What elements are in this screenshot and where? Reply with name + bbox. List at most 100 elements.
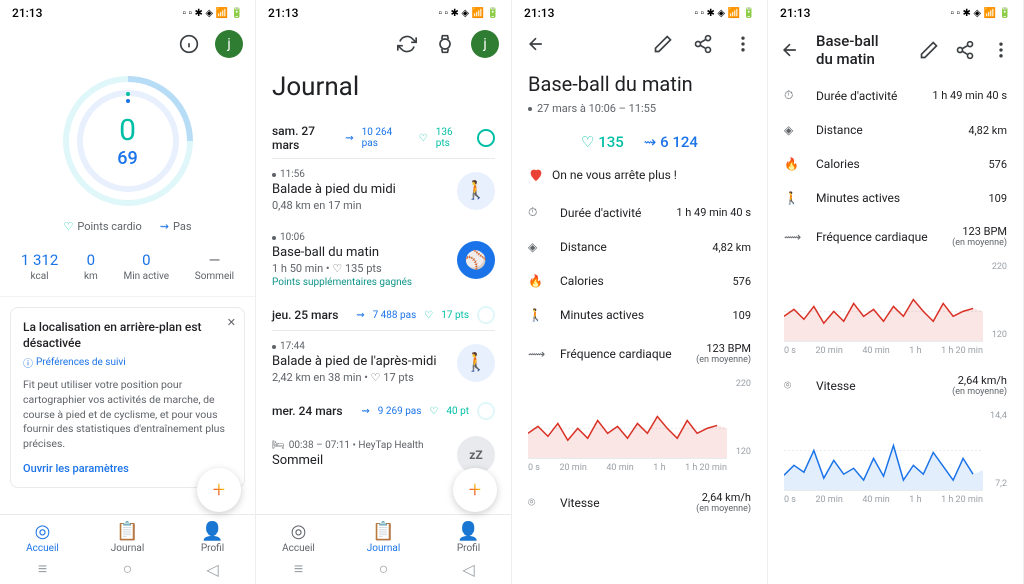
- watch-icon[interactable]: [433, 32, 457, 56]
- nav-home[interactable]: ◎Accueil: [256, 521, 341, 554]
- stat-sleep[interactable]: —Sommeil: [195, 251, 234, 282]
- edit-icon[interactable]: [651, 32, 675, 56]
- back-icon[interactable]: [780, 38, 800, 62]
- google-fit-heart-icon: [528, 167, 544, 183]
- tracking-prefs-link[interactable]: ⓘPréférences de suivi: [23, 355, 232, 370]
- cardio-points-value: 0: [119, 113, 136, 148]
- day-header[interactable]: jeu. 25 mars ⇝7 488 pas♡17 pts: [272, 298, 495, 331]
- info-icon[interactable]: [177, 32, 201, 56]
- home-button[interactable]: ○: [119, 560, 137, 578]
- appbar-title: Base-ball du matin: [816, 32, 887, 68]
- heart-icon: ♡: [429, 406, 438, 417]
- activity-item[interactable]: 🛏00:38 – 07:11 • HeyTap Health Sommeil z…: [272, 426, 495, 474]
- walk-icon: 🚶: [784, 191, 802, 205]
- metric-heart-rate[interactable]: ⟿Fréquence cardiaque123 BPM(en moyenne): [768, 215, 1023, 258]
- metric-speed[interactable]: ⌾Vitesse2,64 km/h(en moyenne): [512, 481, 767, 524]
- nav-home[interactable]: ◎Accueil: [0, 521, 85, 554]
- metric-heart-rate[interactable]: ⟿Fréquence cardiaque123 BPM(en moyenne): [512, 332, 767, 375]
- clock: 21:13: [524, 6, 554, 20]
- home-appbar: j: [0, 22, 255, 66]
- speed-icon: ⌾: [784, 378, 802, 393]
- journal-list[interactable]: sam. 27 mars ⇝10 264 pas♡136 pts 11:56 B…: [256, 116, 511, 514]
- walk-icon: 🚶: [457, 172, 495, 210]
- nav-journal[interactable]: 📋Journal: [85, 521, 170, 554]
- status-icons: ▫ ▫ ✱ ◈ 📶 🔋: [695, 8, 756, 19]
- system-nav: ≡ ○ ◁: [0, 556, 255, 584]
- walk-icon: 🚶: [528, 308, 546, 322]
- add-activity-fab[interactable]: +: [453, 468, 497, 512]
- day-header[interactable]: mer. 24 mars ⇝9 269 pas♡40 pt: [272, 394, 495, 426]
- clipboard-icon: 📋: [85, 521, 170, 542]
- sync-icon[interactable]: [395, 32, 419, 56]
- more-icon[interactable]: [731, 32, 755, 56]
- encouragement-row: On ne vous arrête plus !: [512, 159, 767, 195]
- recents-button[interactable]: ≡: [290, 560, 308, 578]
- status-icons: ▫ ▫ ✱ ◈ 📶 🔋: [439, 8, 500, 19]
- speed-chart[interactable]: 14,47,2 0 s20 min40 min1 h1 h 20 min: [768, 407, 1023, 513]
- activity-item[interactable]: 11:56 Balade à pied du midi 0,48 km en 1…: [272, 159, 495, 222]
- activity-datetime: 27 mars à 10:06 – 11:55: [528, 102, 751, 115]
- add-activity-fab[interactable]: +: [197, 468, 241, 512]
- nav-journal[interactable]: 📋Journal: [341, 521, 426, 554]
- activity-item[interactable]: 10:06 Base-ball du matin 1 h 50 min • ♡ …: [272, 222, 495, 298]
- clock: 21:13: [12, 6, 42, 20]
- clipboard-icon: 📋: [341, 521, 426, 542]
- stat-kcal[interactable]: 1 312kcal: [21, 251, 58, 282]
- distance-icon: ◈: [528, 240, 546, 254]
- pulse-icon: ⟿: [784, 230, 802, 244]
- share-icon[interactable]: [691, 32, 715, 56]
- heart-rate-chart[interactable]: 220120 0 s20 min40 min1 h1 h 20 min: [512, 375, 767, 481]
- activity-item[interactable]: 17:44 Balade à pied de l'après-midi 2,42…: [272, 331, 495, 394]
- back-button[interactable]: ◁: [204, 560, 222, 578]
- steps-icon: ⇝: [345, 133, 353, 144]
- metric-active-min[interactable]: 🚶Minutes actives109: [512, 298, 767, 332]
- back-icon[interactable]: [524, 32, 548, 56]
- avatar[interactable]: j: [215, 30, 243, 58]
- heart-icon: ♡: [419, 133, 428, 144]
- avatar[interactable]: j: [471, 30, 499, 58]
- metric-distance[interactable]: ◈Distance4,82 km: [768, 113, 1023, 147]
- share-icon[interactable]: [955, 38, 975, 62]
- metric-speed[interactable]: ⌾Vitesse2,64 km/h(en moyenne): [768, 364, 1023, 407]
- detail-appbar: [512, 22, 767, 66]
- back-button[interactable]: ◁: [460, 560, 478, 578]
- metric-calories[interactable]: 🔥Calories576: [768, 147, 1023, 181]
- stats-row: 1 312kcal 0km 0Min active —Sommeil: [0, 245, 255, 297]
- nav-profile[interactable]: 👤Profil: [426, 521, 511, 554]
- day-ring-icon: [477, 129, 495, 147]
- status-bar: 21:13 ▫ ▫ ✱ ◈ 📶 🔋: [512, 0, 767, 22]
- steps-icon: ⇝: [356, 310, 364, 321]
- heart-icon: ♡: [63, 220, 73, 233]
- baseball-icon: ⚾: [457, 241, 495, 279]
- status-icons: ▫ ▫ ✱ ◈ 📶 🔋: [951, 8, 1012, 19]
- person-icon: 👤: [170, 521, 255, 542]
- close-icon[interactable]: ✕: [227, 316, 236, 329]
- screen-home: 21:13 ▫ ▫ ✱ ◈ 📶 🔋 j 0 69 ♡Points cardio …: [0, 0, 256, 584]
- stat-active-min[interactable]: 0Min active: [123, 251, 169, 282]
- status-icons: ▫ ▫ ✱ ◈ 📶 🔋: [183, 8, 244, 19]
- metric-duration[interactable]: ⏱Durée d'activité1 h 49 min 40 s: [512, 195, 767, 230]
- page-title: Journal: [256, 66, 511, 116]
- more-icon[interactable]: [991, 38, 1011, 62]
- metric-distance[interactable]: ◈Distance4,82 km: [512, 230, 767, 264]
- metric-active-min[interactable]: 🚶Minutes actives109: [768, 181, 1023, 215]
- location-card: ✕ La localisation en arrière-plan est dé…: [10, 307, 245, 488]
- metric-duration[interactable]: ⏱Durée d'activité1 h 49 min 40 s: [768, 78, 1023, 113]
- heart-rate-chart[interactable]: 220120 0 s20 min40 min1 h1 h 20 min: [768, 258, 1023, 364]
- metric-calories[interactable]: 🔥Calories576: [512, 264, 767, 298]
- open-settings-link[interactable]: Ouvrir les paramètres: [23, 462, 232, 475]
- flame-icon: 🔥: [784, 157, 802, 171]
- home-button[interactable]: ○: [375, 560, 393, 578]
- edit-icon[interactable]: [919, 38, 939, 62]
- activity-title: Base-ball du matin: [528, 72, 751, 96]
- nav-profile[interactable]: 👤Profil: [170, 521, 255, 554]
- day-header[interactable]: sam. 27 mars ⇝10 264 pas♡136 pts: [272, 116, 495, 159]
- activity-ring[interactable]: 0 69: [0, 66, 255, 212]
- recents-button[interactable]: ≡: [34, 560, 52, 578]
- distance-icon: ◈: [784, 123, 802, 137]
- status-bar: 21:13 ▫ ▫ ✱ ◈ 📶 🔋: [256, 0, 511, 22]
- bottom-nav: ◎Accueil 📋Journal 👤Profil: [0, 514, 255, 556]
- stat-km[interactable]: 0km: [84, 251, 98, 282]
- clock: 21:13: [780, 6, 810, 20]
- person-icon: 👤: [426, 521, 511, 542]
